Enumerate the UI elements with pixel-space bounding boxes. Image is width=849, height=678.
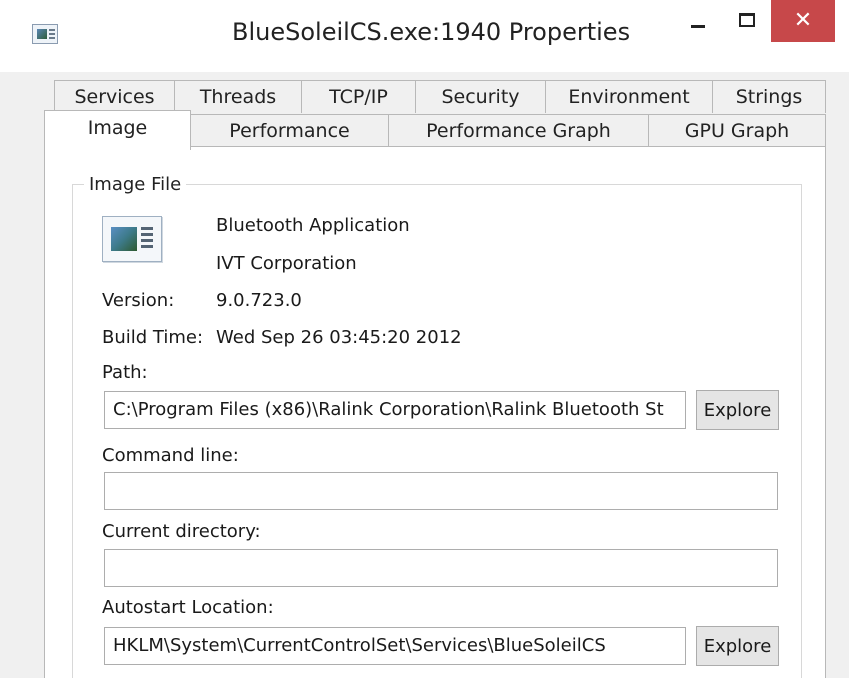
app-window-icon[interactable]	[32, 24, 58, 44]
current-directory-field[interactable]	[104, 549, 778, 587]
path-label: Path:	[102, 362, 148, 383]
build-time-value: Wed Sep 26 03:45:20 2012	[216, 327, 462, 348]
image-file-group-label: Image File	[84, 174, 187, 195]
tab-strings[interactable]: Strings	[712, 80, 826, 113]
file-description: Bluetooth Application	[216, 215, 410, 236]
path-explore-button[interactable]: Explore	[696, 390, 779, 430]
minimize-button[interactable]	[673, 0, 723, 46]
tab-image[interactable]: Image	[44, 110, 191, 150]
tab-services[interactable]: Services	[54, 80, 175, 113]
tab-threads[interactable]: Threads	[174, 80, 302, 113]
maximize-button[interactable]	[722, 0, 772, 46]
tab-performance[interactable]: Performance	[190, 114, 389, 147]
minimize-icon	[691, 24, 705, 28]
tab-performance-graph[interactable]: Performance Graph	[388, 114, 649, 147]
maximize-icon	[739, 13, 755, 27]
close-button[interactable]: ✕	[771, 0, 835, 42]
build-time-label: Build Time:	[102, 327, 204, 348]
title-bar[interactable]: BlueSoleilCS.exe:1940 Properties ✕	[0, 0, 849, 72]
tab-security[interactable]: Security	[415, 80, 546, 113]
current-directory-label: Current directory:	[102, 521, 261, 542]
close-icon: ✕	[793, 8, 813, 33]
autostart-explore-button[interactable]: Explore	[696, 626, 779, 666]
tab-gpu-graph[interactable]: GPU Graph	[648, 114, 826, 147]
properties-window: BlueSoleilCS.exe:1940 Properties ✕ Servi…	[0, 0, 849, 678]
tab-tcpip[interactable]: TCP/IP	[301, 80, 416, 113]
autostart-label: Autostart Location:	[102, 597, 274, 618]
version-value: 9.0.723.0	[216, 290, 302, 311]
command-line-field[interactable]	[104, 472, 778, 510]
company-name: IVT Corporation	[216, 253, 357, 274]
command-line-label: Command line:	[102, 445, 239, 466]
window-title: BlueSoleilCS.exe:1940 Properties	[232, 18, 631, 46]
version-label: Version:	[102, 290, 175, 311]
tab-environment[interactable]: Environment	[545, 80, 713, 113]
path-field[interactable]: C:\Program Files (x86)\Ralink Corporatio…	[104, 391, 686, 429]
application-file-icon	[102, 216, 162, 262]
autostart-field[interactable]: HKLM\System\CurrentControlSet\Services\B…	[104, 627, 686, 665]
